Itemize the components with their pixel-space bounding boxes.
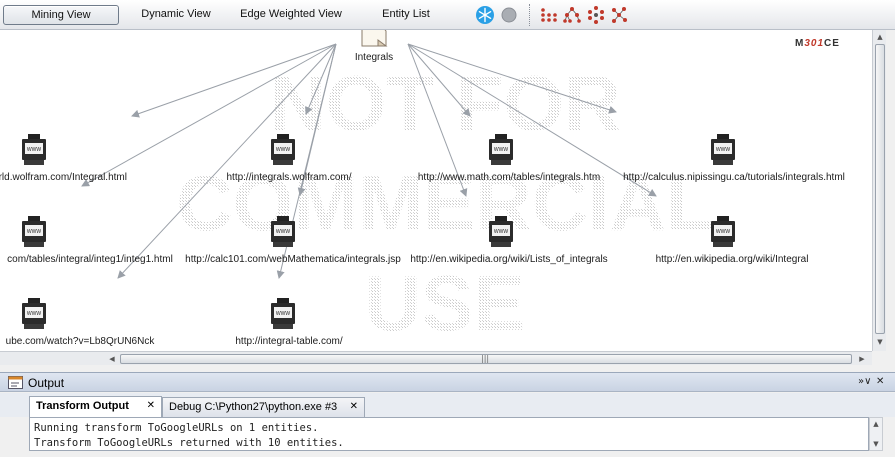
scroll-down-arrow-icon[interactable]: ▼ — [870, 438, 882, 450]
www-url-icon: WWW — [271, 134, 295, 165]
node-label: http://calc101.com/webMathematica/integr… — [185, 254, 401, 265]
www-url-icon: WWW — [711, 216, 735, 247]
graph-canvas[interactable]: NOT FOR COMMERCIAL USE M301CE Integrals … — [0, 30, 872, 351]
tab-label: Debug C:\Python27\python.exe #3 — [169, 401, 338, 413]
www-url-icon: WWW — [22, 134, 46, 165]
close-icon[interactable]: ✕ — [147, 397, 155, 415]
scroll-up-arrow-icon[interactable]: ▲ — [870, 418, 882, 430]
graph-edge — [81, 43, 337, 187]
scroll-left-arrow-icon[interactable]: ◀ — [106, 353, 118, 365]
node-label: http://www.math.com/tables/integrals.htm — [417, 172, 601, 183]
svg-text:WWW: WWW — [276, 311, 290, 317]
output-panel-header: Output »∨ ✕ — [0, 372, 895, 392]
www-url-icon: WWW — [489, 216, 513, 247]
node-label: http://integral-table.com/ — [235, 336, 343, 347]
node-label: http://integrals.wolfram.com/ — [226, 172, 352, 183]
www-url-icon: WWW — [271, 216, 295, 247]
www-url-icon: WWW — [489, 134, 513, 165]
tab-edge-weighted-view[interactable]: Edge Weighted View — [232, 5, 350, 25]
node-label: Integrals — [354, 52, 394, 63]
graph-vertical-scrollbar[interactable]: ▲ ▼ — [872, 30, 886, 351]
hierarchical-layout-icon[interactable] — [562, 5, 582, 25]
block-layout-icon[interactable] — [539, 5, 559, 25]
output-window-icon — [8, 376, 23, 389]
console-line: Running transform ToGoogleURLs on 1 enti… — [34, 422, 319, 434]
brand-logo: M301CE — [795, 38, 840, 49]
node-label: ube.com/watch?v=Lb8QrUN6Nck — [5, 336, 155, 347]
output-tabs: Transform Output ✕ Debug C:\Python27\pyt… — [0, 393, 895, 417]
horizontal-scroll-thumb[interactable]: ||| — [120, 354, 852, 364]
tab-label: Transform Output — [36, 400, 129, 412]
graph-edge — [117, 43, 337, 279]
svg-text:WWW: WWW — [27, 311, 41, 317]
scroll-down-arrow-icon[interactable]: ▼ — [874, 336, 886, 348]
www-url-icon: WWW — [711, 134, 735, 165]
circular-layout-icon[interactable] — [586, 5, 606, 25]
output-panel-title: Output — [28, 376, 65, 390]
node-label: com/tables/integral/integ1/integ1.html — [7, 254, 173, 265]
graph-edge — [407, 43, 471, 117]
svg-text:WWW: WWW — [494, 147, 508, 153]
vertical-scroll-thumb[interactable] — [875, 44, 885, 334]
svg-text:WWW: WWW — [276, 147, 290, 153]
www-url-icon: WWW — [22, 298, 46, 329]
snowflake-freeze-icon[interactable] — [475, 5, 495, 25]
close-icon[interactable]: ✕ — [350, 398, 358, 416]
node-label: http://calculus.nipissingu.ca/tutorials/… — [623, 172, 845, 183]
node-label: http://en.wikipedia.org/wiki/Lists_of_in… — [410, 254, 608, 265]
svg-text:WWW: WWW — [27, 147, 41, 153]
edge-layer — [81, 43, 657, 279]
tab-debug-python[interactable]: Debug C:\Python27\python.exe #3 ✕ — [162, 397, 365, 417]
output-console[interactable]: Running transform ToGoogleURLs on 1 enti… — [29, 417, 869, 451]
www-url-icon: WWW — [271, 298, 295, 329]
stop-icon[interactable] — [499, 5, 519, 25]
tab-entity-list[interactable]: Entity List — [370, 5, 442, 25]
scroll-right-arrow-icon[interactable]: ▶ — [856, 353, 868, 365]
console-scrollbar[interactable]: ▲ ▼ — [869, 417, 883, 451]
toolbar-separator — [529, 4, 530, 26]
svg-text:WWW: WWW — [716, 147, 730, 153]
graph-edge — [407, 43, 617, 114]
organic-layout-icon[interactable] — [609, 5, 629, 25]
svg-text:WWW: WWW — [716, 229, 730, 235]
node-label: http://en.wikipedia.org/wiki/Integral — [655, 254, 809, 265]
node-label: orld.wolfram.com/Integral.html — [0, 172, 127, 183]
document-icon — [361, 30, 388, 47]
svg-text:WWW: WWW — [276, 229, 290, 235]
tab-dynamic-view[interactable]: Dynamic View — [132, 5, 220, 25]
scroll-up-arrow-icon[interactable]: ▲ — [874, 31, 886, 43]
tab-mining-view[interactable]: Mining View — [3, 5, 119, 25]
scroll-grip-icon: ||| — [481, 354, 490, 363]
svg-text:WWW: WWW — [27, 229, 41, 235]
panel-close-icon[interactable]: ✕ — [876, 376, 884, 387]
graph-toolbar: Mining View Dynamic View Edge Weighted V… — [0, 0, 895, 30]
graph-horizontal-scrollbar[interactable]: ◀ ||| ▶ — [0, 351, 872, 365]
svg-text:WWW: WWW — [494, 229, 508, 235]
tab-transform-output[interactable]: Transform Output ✕ — [29, 396, 162, 417]
www-url-icon: WWW — [22, 216, 46, 247]
panel-menu-chevron-icon[interactable]: »∨ — [858, 376, 871, 387]
graph-edge — [131, 43, 337, 118]
console-line: Transform ToGoogleURLs returned with 10 … — [34, 437, 344, 449]
